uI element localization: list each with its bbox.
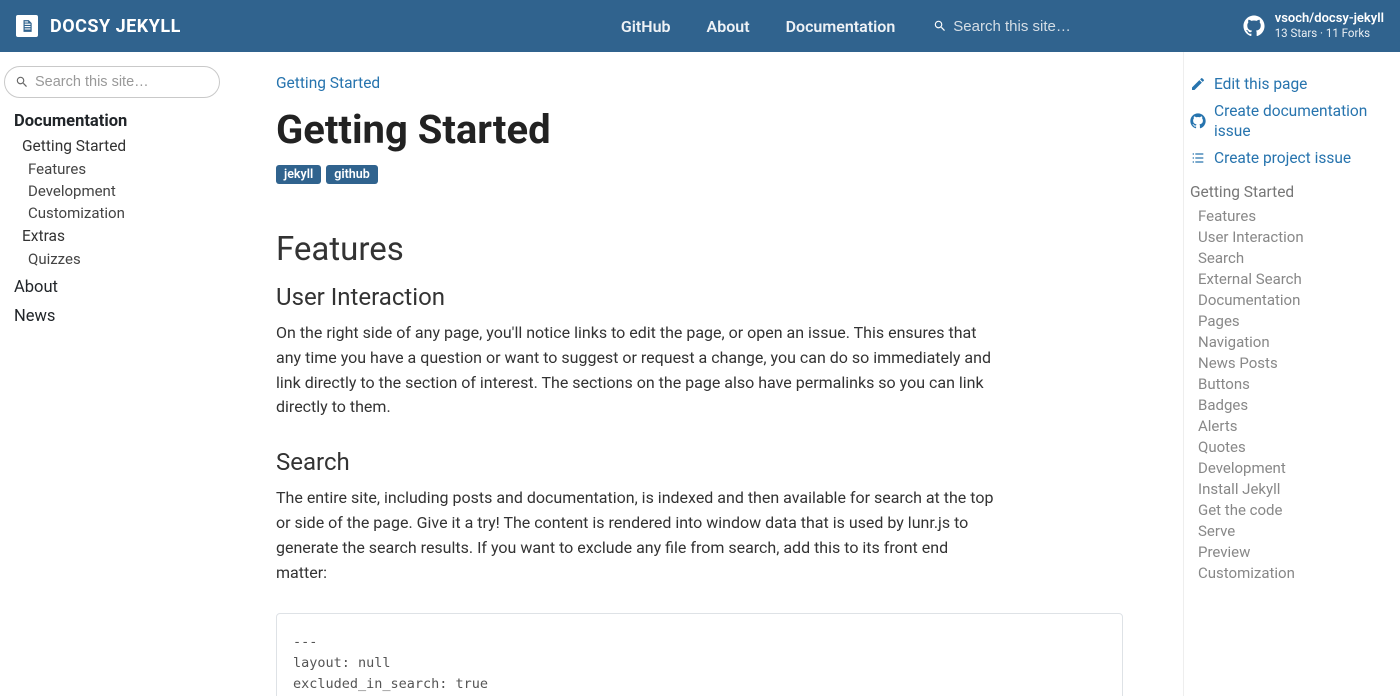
sidebar-subitem-development[interactable]: Development <box>28 182 220 200</box>
sidebar-subitem-quizzes[interactable]: Quizzes <box>28 250 220 268</box>
breadcrumb[interactable]: Getting Started <box>276 74 1123 92</box>
sidebar-search[interactable] <box>4 66 220 98</box>
sidebar-section-about[interactable]: About <box>14 278 220 297</box>
toc-item[interactable]: News Posts <box>1198 354 1388 372</box>
heading-features: Features <box>276 230 1123 269</box>
list-icon <box>1190 150 1206 166</box>
toc-item[interactable]: Serve <box>1198 522 1388 540</box>
tags: jekyll github <box>276 165 1123 184</box>
toc-item[interactable]: User Interaction <box>1198 228 1388 246</box>
main-content: Getting Started Getting Started jekyll g… <box>230 52 1183 696</box>
toc-item[interactable]: Install Jekyll <box>1198 480 1388 498</box>
sidebar-right: Edit this page Create documentation issu… <box>1183 52 1400 696</box>
toc-item[interactable]: Badges <box>1198 396 1388 414</box>
toc-item[interactable]: Search <box>1198 249 1388 267</box>
paragraph-search: The entire site, including posts and doc… <box>276 486 996 585</box>
heading-user-interaction: User Interaction <box>276 283 1123 311</box>
toc-item[interactable]: Buttons <box>1198 375 1388 393</box>
sidebar-left: Documentation Getting Started Features D… <box>0 52 230 696</box>
search-icon <box>15 75 29 89</box>
toc-item[interactable]: Navigation <box>1198 333 1388 351</box>
page-title: Getting Started <box>276 106 1123 153</box>
sidebar-section-documentation[interactable]: Documentation <box>14 112 220 131</box>
toc-list: Features User Interaction Search External S… <box>1190 207 1388 582</box>
nav-documentation[interactable]: Documentation <box>786 17 896 36</box>
sidebar-item-getting-started[interactable]: Getting Started <box>22 137 220 155</box>
toc-item[interactable]: Preview <box>1198 543 1388 561</box>
heading-search: Search <box>276 448 1123 476</box>
create-project-issue-link[interactable]: Create project issue <box>1190 148 1388 168</box>
toc-item[interactable]: Pages <box>1198 312 1388 330</box>
nav-links: GitHub About Documentation <box>621 17 895 36</box>
sidebar-search-input[interactable] <box>4 66 220 98</box>
toc-item[interactable]: Documentation <box>1198 291 1388 309</box>
toc-item[interactable]: Get the code <box>1198 501 1388 519</box>
nav-github[interactable]: GitHub <box>621 17 671 36</box>
toc-item[interactable]: External Search <box>1198 270 1388 288</box>
create-doc-issue-link[interactable]: Create documentation issue <box>1190 101 1388 141</box>
sidebar-nav: Documentation Getting Started Features D… <box>4 112 220 326</box>
search-icon <box>933 19 947 33</box>
code-block: --- layout: null excluded_in_search: tru… <box>276 613 1123 696</box>
edit-page-link[interactable]: Edit this page <box>1190 74 1388 94</box>
header-repo[interactable]: vsoch/docsy-jekyll 13 Stars · 11 Forks <box>1243 12 1384 40</box>
repo-name: vsoch/docsy-jekyll <box>1275 12 1384 27</box>
repo-stats: 13 Stars · 11 Forks <box>1275 27 1384 40</box>
brand-text: DOCSY JEKYLL <box>50 16 181 37</box>
nav-about[interactable]: About <box>707 17 750 36</box>
document-icon <box>16 15 38 37</box>
toc-item[interactable]: Customization <box>1198 564 1388 582</box>
sidebar-subitem-customization[interactable]: Customization <box>28 204 220 222</box>
edit-icon <box>1190 76 1206 92</box>
paragraph-user-interaction: On the right side of any page, you'll no… <box>276 321 996 420</box>
sidebar-item-extras[interactable]: Extras <box>22 227 220 245</box>
tag-github[interactable]: github <box>326 165 378 184</box>
header-search[interactable] <box>933 18 1143 35</box>
sidebar-subitem-features[interactable]: Features <box>28 160 220 178</box>
tag-jekyll[interactable]: jekyll <box>276 165 321 184</box>
toc-title[interactable]: Getting Started <box>1190 183 1388 201</box>
toc-item[interactable]: Quotes <box>1198 438 1388 456</box>
repo-meta: vsoch/docsy-jekyll 13 Stars · 11 Forks <box>1275 12 1384 40</box>
sidebar-section-news[interactable]: News <box>14 307 220 326</box>
toc-item[interactable]: Features <box>1198 207 1388 225</box>
toc-item[interactable]: Alerts <box>1198 417 1388 435</box>
brand[interactable]: DOCSY JEKYLL <box>16 15 181 37</box>
toc-item[interactable]: Development <box>1198 459 1388 477</box>
github-icon <box>1243 15 1265 37</box>
header: DOCSY JEKYLL GitHub About Documentation … <box>0 0 1400 52</box>
header-search-input[interactable] <box>953 18 1143 35</box>
github-icon <box>1190 113 1206 129</box>
action-links: Edit this page Create documentation issu… <box>1190 74 1388 169</box>
